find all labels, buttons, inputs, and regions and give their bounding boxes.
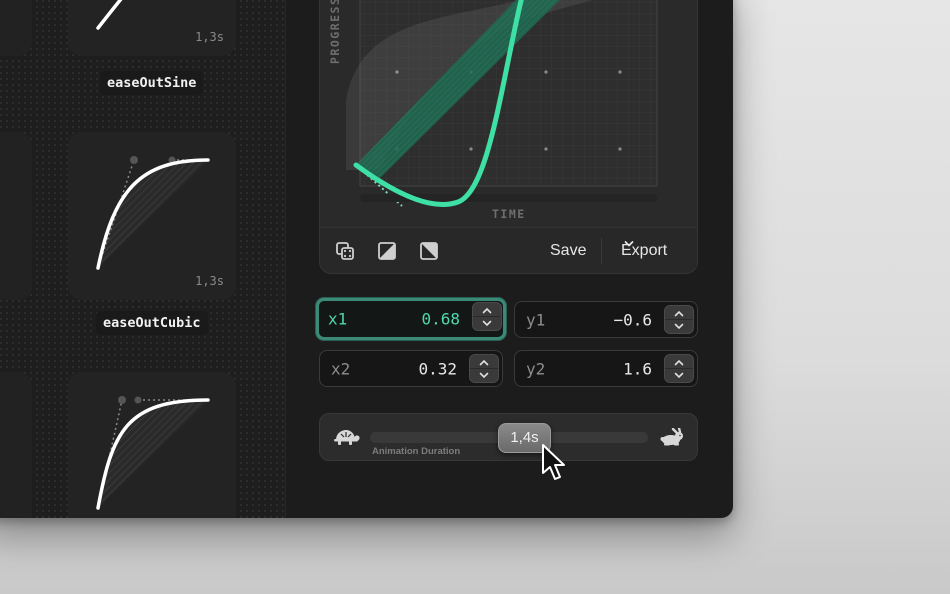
decrement-button[interactable] (473, 317, 501, 331)
x2-stepper[interactable] (469, 354, 499, 383)
y2-label: y2 (526, 359, 546, 378)
y1-field[interactable]: y1 −0.6 (514, 301, 698, 338)
rabbit-icon[interactable] (659, 426, 685, 451)
x1-field[interactable]: x1 0.68 (316, 298, 506, 340)
preset-duration: 1,3s (195, 30, 224, 44)
reverse-curve-icon[interactable] (420, 242, 438, 260)
chevron-down-icon (479, 372, 489, 378)
preset-tile-partial[interactable] (0, 132, 32, 300)
linear-curve-icon[interactable] (378, 242, 396, 260)
chevron-down-icon (674, 323, 684, 329)
duration-control: 1,4s Animation Duration (319, 413, 698, 461)
curve-editor[interactable]: PROGRESSION TIME Save Export (319, 0, 698, 274)
preset-tile-ease-out-cubic[interactable]: 1,3s (68, 132, 236, 300)
x1-label: x1 (328, 309, 348, 329)
x2-label: x2 (331, 359, 351, 378)
preset-tile-partial[interactable] (0, 0, 32, 56)
y-axis-label: PROGRESSION (328, 0, 342, 64)
chevron-down-icon (674, 372, 684, 378)
preset-name: easeOutCubic (96, 311, 208, 335)
increment-button[interactable] (665, 306, 693, 320)
y1-stepper[interactable] (664, 305, 694, 334)
x2-value[interactable]: 0.32 (418, 359, 457, 378)
ease-curve (96, 396, 210, 510)
preset-duration: 1,3s (195, 274, 224, 288)
chevron-up-icon (482, 307, 492, 314)
app-window: 1,3s easeOutSine 1,3s easeOutCubic PROGR… (0, 0, 733, 518)
ease-out-sine-curve (96, 0, 123, 30)
decrement-button[interactable] (470, 369, 498, 383)
x2-field[interactable]: x2 0.32 (319, 350, 503, 387)
y2-field[interactable]: y2 1.6 (514, 350, 698, 387)
x-axis-label: TIME (492, 207, 526, 221)
save-button[interactable]: Save (550, 240, 586, 262)
x1-value[interactable]: 0.68 (421, 310, 460, 329)
turtle-icon[interactable] (332, 428, 360, 451)
duration-caption: Animation Duration (372, 446, 461, 457)
mouse-cursor-icon (542, 444, 565, 480)
y2-value[interactable]: 1.6 (623, 359, 652, 378)
chevron-up-icon (479, 359, 489, 366)
preset-tile[interactable] (68, 372, 236, 518)
toolbar-divider (601, 238, 602, 264)
dice-icon[interactable] (336, 242, 354, 260)
decrement-button[interactable] (665, 320, 693, 334)
increment-button[interactable] (665, 355, 693, 369)
presets-panel[interactable]: 1,3s easeOutSine 1,3s easeOutCubic (0, 0, 285, 518)
curve-graph[interactable] (320, 0, 698, 228)
y1-value[interactable]: −0.6 (613, 310, 652, 329)
chevron-up-icon (674, 359, 684, 366)
editor-toolbar: Save Export (320, 227, 697, 273)
increment-button[interactable] (470, 355, 498, 369)
increment-button[interactable] (473, 303, 501, 317)
decrement-button[interactable] (665, 369, 693, 383)
preset-tile-ease-out-sine[interactable]: 1,3s (68, 0, 236, 56)
x1-stepper[interactable] (472, 302, 502, 331)
chevron-up-icon (674, 310, 684, 317)
y2-stepper[interactable] (664, 354, 694, 383)
chevron-down-icon (624, 241, 634, 247)
chevron-down-icon (482, 320, 492, 326)
y1-label: y1 (526, 310, 546, 329)
panel-divider (285, 0, 286, 518)
export-button[interactable]: Export (621, 240, 667, 262)
preset-tile-partial[interactable] (0, 372, 32, 518)
preset-name: easeOutSine (100, 71, 204, 95)
